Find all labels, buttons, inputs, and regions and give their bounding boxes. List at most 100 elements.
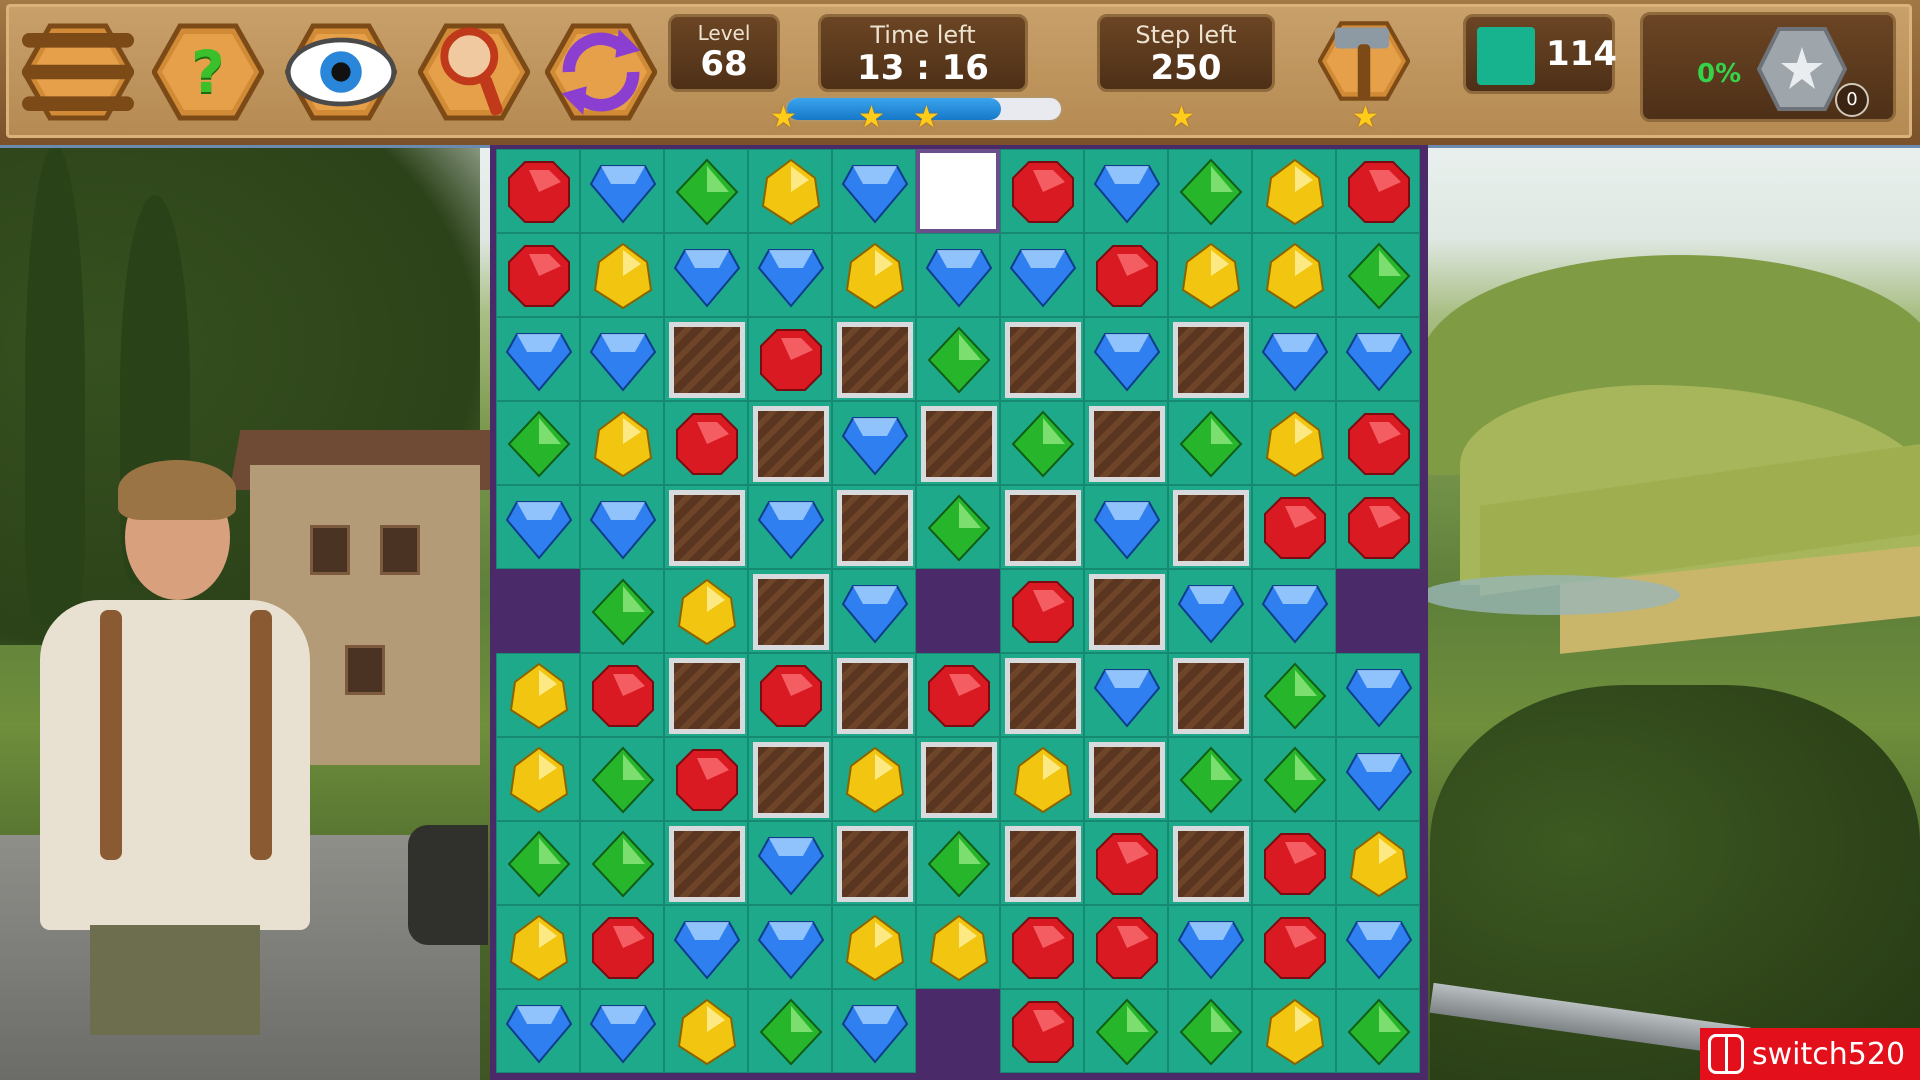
blue-gem[interactable] bbox=[1168, 905, 1252, 989]
yellow-gem[interactable] bbox=[1252, 989, 1336, 1073]
red-gem[interactable] bbox=[664, 401, 748, 485]
red-gem[interactable] bbox=[1000, 569, 1084, 653]
hammer-button[interactable] bbox=[1318, 20, 1410, 102]
yellow-gem[interactable] bbox=[580, 401, 664, 485]
green-gem[interactable] bbox=[1168, 737, 1252, 821]
yellow-gem[interactable] bbox=[832, 737, 916, 821]
red-gem[interactable] bbox=[1252, 485, 1336, 569]
green-gem[interactable] bbox=[916, 485, 1000, 569]
yellow-gem[interactable] bbox=[664, 989, 748, 1073]
green-gem[interactable] bbox=[916, 317, 1000, 401]
red-gem[interactable] bbox=[748, 653, 832, 737]
blue-gem[interactable] bbox=[1000, 233, 1084, 317]
red-gem[interactable] bbox=[1252, 905, 1336, 989]
magnifier-button[interactable] bbox=[418, 22, 530, 122]
green-gem[interactable] bbox=[580, 569, 664, 653]
yellow-gem[interactable] bbox=[832, 233, 916, 317]
green-gem[interactable] bbox=[916, 821, 1000, 905]
shuffle-button[interactable] bbox=[545, 22, 657, 122]
blue-gem[interactable] bbox=[1336, 653, 1420, 737]
red-gem[interactable] bbox=[748, 317, 832, 401]
red-gem[interactable] bbox=[1084, 233, 1168, 317]
red-gem[interactable] bbox=[1336, 149, 1420, 233]
green-gem[interactable] bbox=[1084, 989, 1168, 1073]
blue-gem[interactable] bbox=[1336, 737, 1420, 821]
blue-gem[interactable] bbox=[1084, 485, 1168, 569]
blue-gem[interactable] bbox=[580, 149, 664, 233]
yellow-gem[interactable] bbox=[748, 149, 832, 233]
blue-gem[interactable] bbox=[580, 485, 664, 569]
yellow-gem[interactable] bbox=[832, 905, 916, 989]
yellow-gem[interactable] bbox=[496, 653, 580, 737]
blue-gem[interactable] bbox=[1084, 653, 1168, 737]
green-gem[interactable] bbox=[1000, 401, 1084, 485]
blue-gem[interactable] bbox=[580, 317, 664, 401]
yellow-gem[interactable] bbox=[1252, 233, 1336, 317]
blue-gem[interactable] bbox=[1084, 317, 1168, 401]
green-gem[interactable] bbox=[580, 737, 664, 821]
blue-gem[interactable] bbox=[832, 569, 916, 653]
red-gem[interactable] bbox=[1000, 905, 1084, 989]
green-gem[interactable] bbox=[664, 149, 748, 233]
menu-button[interactable] bbox=[22, 22, 134, 122]
star-bomb-icon[interactable] bbox=[1756, 27, 1848, 111]
green-gem[interactable] bbox=[1336, 233, 1420, 317]
green-gem[interactable] bbox=[1168, 149, 1252, 233]
yellow-gem[interactable] bbox=[1252, 401, 1336, 485]
red-gem[interactable] bbox=[1336, 401, 1420, 485]
blue-gem[interactable] bbox=[1168, 569, 1252, 653]
blue-gem[interactable] bbox=[748, 905, 832, 989]
red-gem[interactable] bbox=[580, 653, 664, 737]
blue-gem[interactable] bbox=[1084, 149, 1168, 233]
blue-gem[interactable] bbox=[832, 149, 916, 233]
green-gem[interactable] bbox=[496, 401, 580, 485]
blue-gem[interactable] bbox=[496, 485, 580, 569]
yellow-gem[interactable] bbox=[1000, 737, 1084, 821]
blue-gem[interactable] bbox=[580, 989, 664, 1073]
hint-eye-button[interactable] bbox=[285, 22, 397, 122]
green-gem[interactable] bbox=[580, 821, 664, 905]
blue-gem[interactable] bbox=[496, 317, 580, 401]
green-gem[interactable] bbox=[1168, 401, 1252, 485]
blue-gem[interactable] bbox=[1252, 317, 1336, 401]
red-gem[interactable] bbox=[1000, 989, 1084, 1073]
blue-gem[interactable] bbox=[1336, 317, 1420, 401]
red-gem[interactable] bbox=[664, 737, 748, 821]
green-gem[interactable] bbox=[496, 821, 580, 905]
green-gem[interactable] bbox=[748, 989, 832, 1073]
yellow-gem[interactable] bbox=[664, 569, 748, 653]
red-gem[interactable] bbox=[580, 905, 664, 989]
yellow-gem[interactable] bbox=[1168, 233, 1252, 317]
yellow-gem[interactable] bbox=[580, 233, 664, 317]
blue-gem[interactable] bbox=[1252, 569, 1336, 653]
blue-gem[interactable] bbox=[1336, 905, 1420, 989]
red-gem[interactable] bbox=[1000, 149, 1084, 233]
red-gem[interactable] bbox=[1084, 821, 1168, 905]
yellow-gem[interactable] bbox=[916, 905, 1000, 989]
blue-gem[interactable] bbox=[496, 989, 580, 1073]
blue-gem[interactable] bbox=[916, 233, 1000, 317]
help-button[interactable]: ? bbox=[152, 22, 264, 122]
green-gem[interactable] bbox=[1336, 989, 1420, 1073]
blue-gem[interactable] bbox=[664, 905, 748, 989]
green-gem[interactable] bbox=[1252, 653, 1336, 737]
yellow-gem[interactable] bbox=[1336, 821, 1420, 905]
yellow-gem[interactable] bbox=[1252, 149, 1336, 233]
green-gem[interactable] bbox=[1252, 737, 1336, 821]
red-gem[interactable] bbox=[1336, 485, 1420, 569]
blue-gem[interactable] bbox=[748, 485, 832, 569]
red-gem[interactable] bbox=[1252, 821, 1336, 905]
red-gem[interactable] bbox=[496, 149, 580, 233]
yellow-gem[interactable] bbox=[496, 737, 580, 821]
yellow-gem[interactable] bbox=[496, 905, 580, 989]
blue-gem[interactable] bbox=[832, 401, 916, 485]
crate-box bbox=[1089, 406, 1165, 482]
red-gem[interactable] bbox=[1084, 905, 1168, 989]
red-gem[interactable] bbox=[916, 653, 1000, 737]
blue-gem[interactable] bbox=[664, 233, 748, 317]
green-gem[interactable] bbox=[1168, 989, 1252, 1073]
blue-gem[interactable] bbox=[832, 989, 916, 1073]
blue-gem[interactable] bbox=[748, 233, 832, 317]
blue-gem[interactable] bbox=[748, 821, 832, 905]
red-gem[interactable] bbox=[496, 233, 580, 317]
